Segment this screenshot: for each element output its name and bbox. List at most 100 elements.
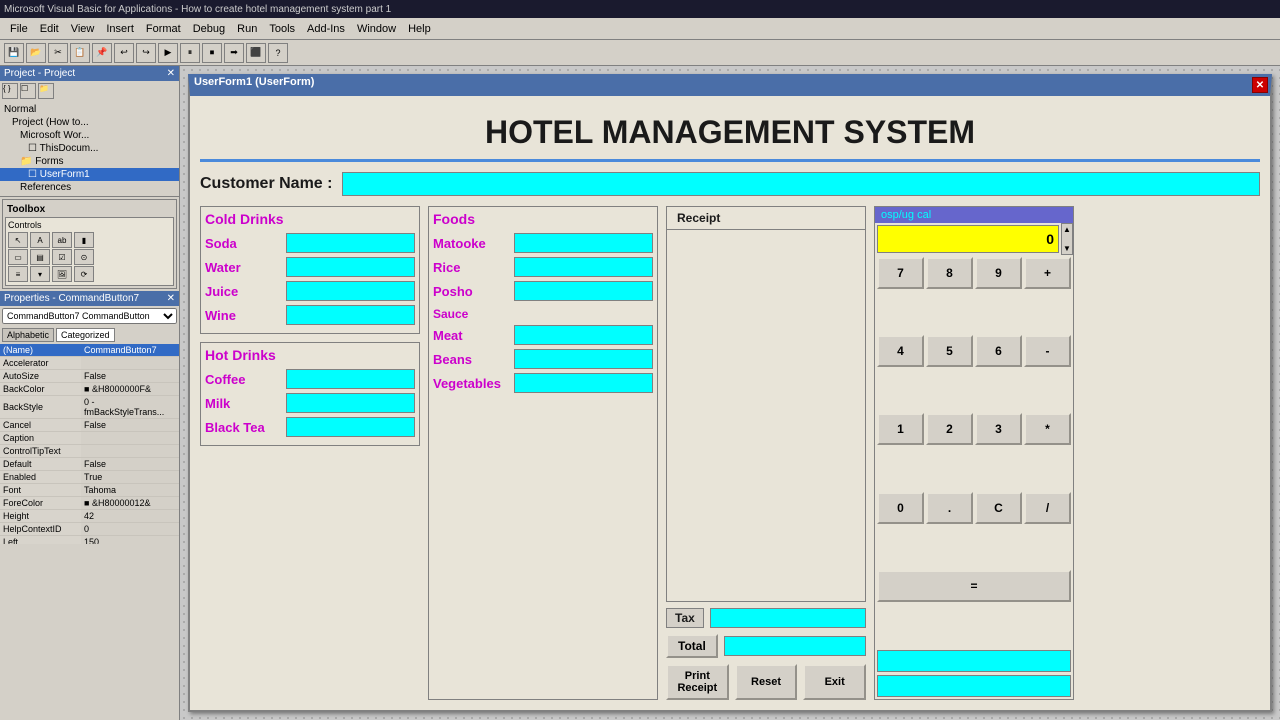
tool-textbox[interactable]: ab bbox=[52, 232, 72, 248]
total-button[interactable]: Total bbox=[666, 634, 718, 658]
prop-row-forecolor[interactable]: ForeColor■ &H80000012& bbox=[0, 497, 179, 510]
prop-row-default[interactable]: DefaultFalse bbox=[0, 458, 179, 471]
prop-close-icon[interactable]: ✕ bbox=[167, 293, 175, 304]
calc-btn-8[interactable]: 8 bbox=[926, 257, 973, 289]
blacktea-input[interactable] bbox=[286, 417, 415, 437]
exit-button[interactable]: Exit bbox=[803, 664, 866, 700]
tool-listbox[interactable]: ≡ bbox=[8, 266, 28, 282]
receipt-content[interactable] bbox=[667, 230, 865, 600]
pe-item-references[interactable]: References bbox=[0, 181, 179, 194]
calc-btn-7[interactable]: 7 bbox=[877, 257, 924, 289]
menu-debug[interactable]: Debug bbox=[187, 21, 231, 37]
prop-row-controltip[interactable]: ControlTipText bbox=[0, 445, 179, 458]
rice-input[interactable] bbox=[514, 257, 653, 277]
pe-item-thisdoc[interactable]: ☐ ThisDocum... bbox=[0, 142, 179, 155]
calc-btn-5[interactable]: 5 bbox=[926, 335, 973, 367]
menu-view[interactable]: View bbox=[65, 21, 101, 37]
tool-image[interactable]: 🖼 bbox=[52, 266, 72, 282]
calc-btn-3[interactable]: 3 bbox=[975, 413, 1022, 445]
calc-btn-clear[interactable]: C bbox=[975, 492, 1022, 524]
coffee-input[interactable] bbox=[286, 369, 415, 389]
tool-label[interactable]: A bbox=[30, 232, 50, 248]
prop-tab-categorized[interactable]: Categorized bbox=[56, 328, 115, 342]
prop-row-helpcontext[interactable]: HelpContextID0 bbox=[0, 523, 179, 536]
scroll-down-arrow[interactable]: ▼ bbox=[1063, 244, 1071, 253]
prop-row-font[interactable]: FontTahoma bbox=[0, 484, 179, 497]
beans-input[interactable] bbox=[514, 349, 653, 369]
tool-cmd[interactable]: ▤ bbox=[30, 249, 50, 265]
pe-item-userform[interactable]: ☐ UserForm1 bbox=[0, 168, 179, 181]
pe-item-microsoft[interactable]: Microsoft Wor... bbox=[0, 129, 179, 142]
pe-item-forms[interactable]: 📁 Forms bbox=[0, 155, 179, 168]
prop-object-select[interactable]: CommandButton7 CommandButton bbox=[2, 308, 177, 324]
prop-row-cancel[interactable]: CancelFalse bbox=[0, 419, 179, 432]
tb-step[interactable]: ➡ bbox=[224, 43, 244, 63]
calc-btn-dot[interactable]: . bbox=[926, 492, 973, 524]
tb-stop[interactable]: ⏹ bbox=[202, 43, 222, 63]
tool-combo[interactable]: ▾ bbox=[30, 266, 50, 282]
tb-paste[interactable]: 📌 bbox=[92, 43, 112, 63]
prop-row-accelerator[interactable]: Accelerator bbox=[0, 357, 179, 370]
calc-btn-2[interactable]: 2 bbox=[926, 413, 973, 445]
calc-field-1[interactable] bbox=[877, 650, 1071, 672]
menu-help[interactable]: Help bbox=[402, 21, 437, 37]
calc-scrollbar[interactable]: ▲ ▼ bbox=[1061, 223, 1073, 255]
calc-btn-plus[interactable]: + bbox=[1024, 257, 1071, 289]
water-input[interactable] bbox=[286, 257, 415, 277]
pe-item-project[interactable]: Project (How to... bbox=[0, 116, 179, 129]
tool-frame[interactable]: ▭ bbox=[8, 249, 28, 265]
calc-btn-equals[interactable]: = bbox=[877, 570, 1071, 602]
reset-button[interactable]: Reset bbox=[735, 664, 798, 700]
tb-redo[interactable]: ↪ bbox=[136, 43, 156, 63]
calc-btn-divide[interactable]: / bbox=[1024, 492, 1071, 524]
menu-run[interactable]: Run bbox=[231, 21, 263, 37]
pe-view-code[interactable]: { } bbox=[2, 83, 18, 99]
calc-btn-9[interactable]: 9 bbox=[975, 257, 1022, 289]
posho-input[interactable] bbox=[514, 281, 653, 301]
calc-btn-6[interactable]: 6 bbox=[975, 335, 1022, 367]
tool-pointer[interactable]: ↖ bbox=[8, 232, 28, 248]
tb-open[interactable]: 📂 bbox=[26, 43, 46, 63]
menu-edit[interactable]: Edit bbox=[34, 21, 65, 37]
juice-input[interactable] bbox=[286, 281, 415, 301]
prop-row-enabled[interactable]: EnabledTrue bbox=[0, 471, 179, 484]
print-receipt-button[interactable]: Print Receipt bbox=[666, 664, 729, 700]
form-window-close-button[interactable]: ✕ bbox=[1252, 77, 1268, 93]
menu-addins[interactable]: Add-Ins bbox=[301, 21, 351, 37]
tb-copy[interactable]: 📋 bbox=[70, 43, 90, 63]
soda-input[interactable] bbox=[286, 233, 415, 253]
tool-check[interactable]: ☑ bbox=[52, 249, 72, 265]
total-input[interactable] bbox=[724, 636, 866, 656]
pe-toggle-folders[interactable]: 📁 bbox=[38, 83, 54, 99]
prop-row-left[interactable]: Left150 bbox=[0, 536, 179, 545]
tb-cut[interactable]: ✂ bbox=[48, 43, 68, 63]
milk-input[interactable] bbox=[286, 393, 415, 413]
calc-btn-0[interactable]: 0 bbox=[877, 492, 924, 524]
tb-undo[interactable]: ↩ bbox=[114, 43, 134, 63]
menu-window[interactable]: Window bbox=[351, 21, 402, 37]
tool-option[interactable]: ⊙ bbox=[74, 249, 94, 265]
tb-pause[interactable]: ⏸ bbox=[180, 43, 200, 63]
pe-view-object[interactable]: ☐ bbox=[20, 83, 36, 99]
tool-spin[interactable]: ⟳ bbox=[74, 266, 94, 282]
prop-row-backstyle[interactable]: BackStyle0 - fmBackStyleTrans... bbox=[0, 396, 179, 419]
prop-scroll-area[interactable]: (Name) CommandButton7 Accelerator AutoSi… bbox=[0, 344, 179, 544]
matooke-input[interactable] bbox=[514, 233, 653, 253]
menu-tools[interactable]: Tools bbox=[263, 21, 301, 37]
menu-file[interactable]: File bbox=[4, 21, 34, 37]
calc-btn-1[interactable]: 1 bbox=[877, 413, 924, 445]
pe-item-normal[interactable]: Normal bbox=[0, 103, 179, 116]
tool-scroll[interactable]: ▮ bbox=[74, 232, 94, 248]
calc-field-2[interactable] bbox=[877, 675, 1071, 697]
calc-btn-4[interactable]: 4 bbox=[877, 335, 924, 367]
prop-row-height[interactable]: Height42 bbox=[0, 510, 179, 523]
tax-input[interactable] bbox=[710, 608, 866, 628]
prop-row-backcolor[interactable]: BackColor■ &H8000000F& bbox=[0, 383, 179, 396]
prop-tab-alphabetic[interactable]: Alphabetic bbox=[2, 328, 54, 342]
tb-run[interactable]: ▶ bbox=[158, 43, 178, 63]
vegetables-input[interactable] bbox=[514, 373, 653, 393]
menu-format[interactable]: Format bbox=[140, 21, 187, 37]
prop-row-caption[interactable]: Caption bbox=[0, 432, 179, 445]
pe-close-button[interactable]: ✕ bbox=[167, 68, 175, 79]
calc-btn-multiply[interactable]: * bbox=[1024, 413, 1071, 445]
